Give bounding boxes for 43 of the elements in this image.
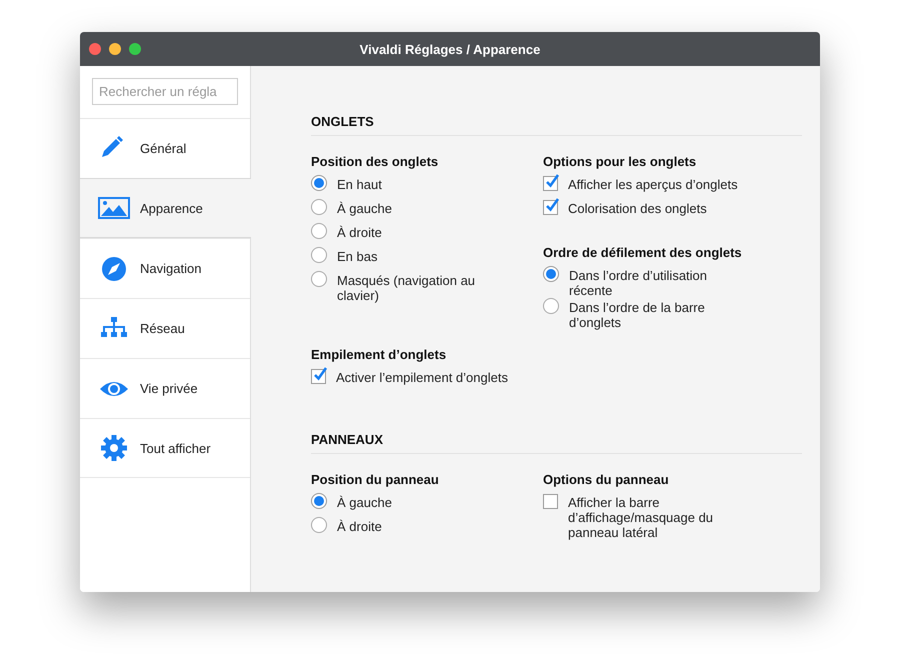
group-heading: Empilement d’onglets — [311, 347, 448, 362]
checkbox[interactable] — [311, 369, 326, 384]
image-icon — [98, 194, 130, 222]
window-title: Vivaldi Réglages / Apparence — [360, 42, 540, 56]
radio-button[interactable] — [311, 493, 327, 509]
radio-button[interactable] — [311, 175, 327, 191]
radio-button[interactable] — [311, 271, 327, 287]
search-field[interactable]: Rechercher un régla — [92, 78, 238, 105]
group-heading: Options pour les onglets — [543, 154, 698, 169]
checkbox[interactable] — [543, 176, 558, 191]
option-label: À gauche — [337, 494, 392, 510]
group-heading: Position des onglets — [311, 154, 440, 169]
option-label: Afficher les aperçus d’onglets — [568, 176, 738, 192]
option-label: Dans l’ordre de la barre d’onglets — [569, 299, 706, 330]
gear-icon — [98, 434, 130, 462]
option-label: À droite — [337, 518, 382, 534]
option-label: Masqués (navigation au clavier) — [337, 272, 476, 303]
group-heading: Position du panneau — [311, 472, 440, 487]
option-label: À droite — [337, 224, 382, 240]
option-label: Colorisation des onglets — [568, 200, 707, 216]
group-heading: Ordre de défilement des onglets — [543, 245, 743, 260]
option-label: En haut — [337, 176, 382, 192]
option-label: Dans l’ordre d’utilisation récente — [569, 267, 708, 298]
zoom-button[interactable] — [129, 43, 141, 55]
option-label: À gauche — [337, 200, 392, 216]
minimize-button[interactable] — [109, 43, 121, 55]
sidebar-item[interactable]: Tout afficher — [80, 418, 250, 478]
section-title: ONGLETS — [311, 114, 802, 136]
radio-button[interactable] — [311, 223, 327, 239]
radio-button[interactable] — [311, 247, 327, 263]
option-label: Activer l’empilement d’onglets — [336, 369, 508, 385]
sidebar-item[interactable]: Apparence — [80, 178, 251, 238]
section-title: PANNEAUX — [311, 432, 802, 454]
radio-button[interactable] — [311, 517, 327, 533]
checkbox[interactable] — [543, 494, 558, 509]
option-label: En bas — [337, 248, 378, 264]
radio-button[interactable] — [543, 298, 559, 314]
radio-button[interactable] — [311, 199, 327, 215]
close-button[interactable] — [89, 43, 101, 55]
option-label: Afficher la barre d’affichage/masquage du panneau latéral — [568, 494, 714, 540]
group-heading: Options du panneau — [543, 472, 670, 487]
radio-button[interactable] — [543, 266, 559, 282]
checkbox[interactable] — [543, 200, 558, 215]
